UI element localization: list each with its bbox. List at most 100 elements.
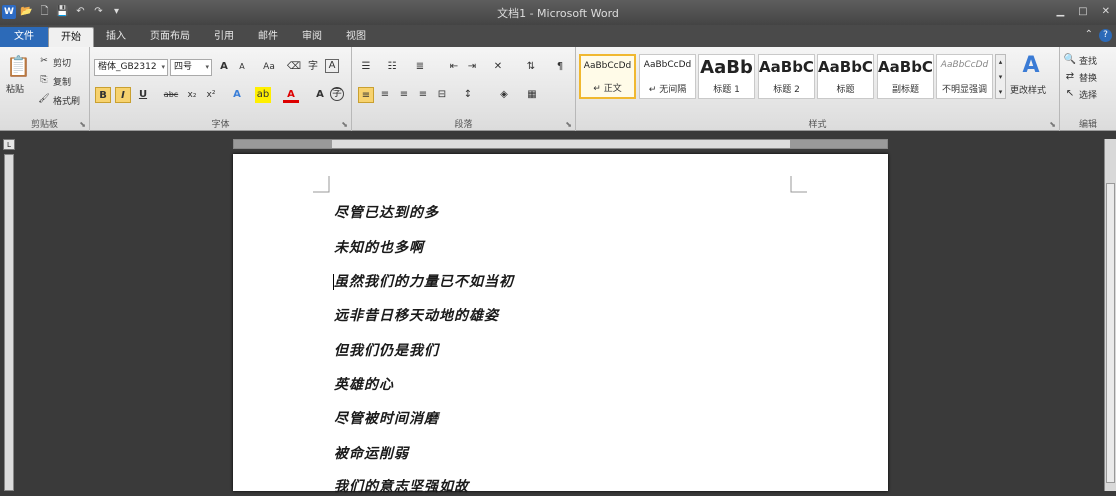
- sort-icon[interactable]: ⇅: [523, 59, 539, 75]
- style-name: 副标题: [891, 85, 919, 95]
- chevron-down-icon: ▾: [205, 63, 209, 71]
- document-page[interactable]: 尽管已达到的多 未知的也多啊 虽然我们的力量已不如当初 远非昔日移天动地的雄姿 …: [233, 154, 888, 495]
- tab-references[interactable]: 引用: [202, 27, 246, 47]
- find-icon[interactable]: 🔍: [1062, 52, 1078, 68]
- multilevel-list-icon[interactable]: ≣: [412, 59, 428, 75]
- copy-button[interactable]: 复制: [53, 75, 71, 88]
- decrease-indent-icon[interactable]: ⇤: [446, 59, 462, 75]
- styles-launcher-icon[interactable]: ⬊: [1049, 120, 1056, 129]
- tab-view[interactable]: 视图: [334, 27, 378, 47]
- style-preview: AaBbC: [818, 58, 873, 76]
- character-border-icon[interactable]: A: [325, 59, 339, 73]
- cut-button[interactable]: 剪切: [53, 56, 71, 69]
- paste-button[interactable]: 粘贴: [6, 82, 24, 95]
- cut-icon[interactable]: ✂: [36, 53, 52, 69]
- justify-icon[interactable]: ≡: [415, 87, 431, 103]
- font-size-combo[interactable]: 四号 ▾: [170, 59, 212, 76]
- find-button[interactable]: 查找: [1079, 54, 1097, 67]
- copy-icon[interactable]: ⎘: [36, 72, 52, 88]
- borders-icon[interactable]: ▦: [524, 87, 540, 103]
- horizontal-ruler[interactable]: [233, 139, 888, 149]
- minimize-ribbon-icon[interactable]: ⌃: [1085, 29, 1093, 42]
- document-line[interactable]: 远非昔日移天动地的雄姿: [334, 305, 499, 325]
- strikethrough-button[interactable]: abc: [161, 87, 181, 103]
- styles-group-label: 样式: [808, 120, 827, 130]
- bullets-icon[interactable]: ☰: [358, 59, 374, 75]
- document-line[interactable]: 尽管被时间消磨: [334, 408, 439, 428]
- replace-button[interactable]: 替换: [1079, 71, 1097, 84]
- chinese-layout-icon[interactable]: ✕: [490, 59, 506, 75]
- style-preview: AaBb: [700, 57, 753, 78]
- tab-home[interactable]: 开始: [48, 27, 94, 47]
- align-left-icon[interactable]: ≡: [358, 87, 374, 103]
- style-normal[interactable]: AaBbCcDd ↵ 正文: [579, 54, 636, 99]
- style-subtle-emphasis[interactable]: AaBbCcDd 不明显强调: [936, 54, 993, 99]
- enclose-characters-icon[interactable]: 字: [330, 87, 344, 101]
- increase-indent-icon[interactable]: ⇥: [464, 59, 480, 75]
- font-name-combo[interactable]: 楷体_GB2312 ▾: [94, 59, 168, 76]
- phonetic-guide-icon[interactable]: 字: [305, 59, 321, 75]
- change-styles-button[interactable]: 更改样式: [1010, 83, 1046, 96]
- minimize-button[interactable]: ▁: [1056, 6, 1064, 17]
- style-no-spacing[interactable]: AaBbCcDd ↵ 无间隔: [639, 54, 696, 99]
- distributed-icon[interactable]: ⊟: [434, 87, 450, 103]
- style-heading-1[interactable]: AaBb 标题 1: [698, 54, 755, 99]
- align-right-icon[interactable]: ≡: [396, 87, 412, 103]
- paste-icon[interactable]: 📋: [6, 53, 31, 79]
- chevron-down-icon: ▾: [161, 63, 165, 71]
- tab-page-layout[interactable]: 页面布局: [138, 27, 202, 47]
- clear-formatting-icon[interactable]: ⌫: [286, 59, 302, 75]
- clipboard-launcher-icon[interactable]: ⬊: [79, 120, 86, 129]
- tab-file[interactable]: 文件: [0, 27, 48, 47]
- document-line[interactable]: 英雄的心: [334, 374, 394, 394]
- document-line[interactable]: 被命运削弱: [334, 443, 409, 463]
- document-line[interactable]: 我们的意志坚强如故: [334, 476, 469, 496]
- vertical-scrollbar[interactable]: [1104, 139, 1116, 491]
- superscript-button[interactable]: x²: [203, 87, 219, 103]
- format-painter-icon[interactable]: 🖌: [36, 91, 52, 107]
- document-line[interactable]: 虽然我们的力量已不如当初: [334, 271, 514, 291]
- highlight-color-icon[interactable]: ab: [255, 87, 271, 103]
- document-line[interactable]: 但我们仍是我们: [334, 340, 439, 360]
- numbering-icon[interactable]: ☷: [384, 59, 400, 75]
- help-icon[interactable]: ?: [1099, 29, 1112, 42]
- shading-icon[interactable]: ◈: [496, 87, 512, 103]
- style-heading-2[interactable]: AaBbC 标题 2: [758, 54, 815, 99]
- document-line[interactable]: 未知的也多啊: [334, 237, 424, 257]
- editing-group-label: 编辑: [1078, 120, 1097, 130]
- document-line[interactable]: 尽管已达到的多: [334, 202, 439, 222]
- font-launcher-icon[interactable]: ⬊: [341, 120, 348, 129]
- shrink-font-icon[interactable]: A: [234, 59, 250, 75]
- change-case-icon[interactable]: Aa: [258, 59, 280, 75]
- paragraph-launcher-icon[interactable]: ⬊: [565, 120, 572, 129]
- align-center-icon[interactable]: ≡: [377, 87, 393, 103]
- select-button[interactable]: 选择: [1079, 88, 1097, 101]
- text-effects-icon[interactable]: A: [229, 87, 245, 103]
- character-shading-icon[interactable]: A: [312, 87, 328, 103]
- italic-button[interactable]: I: [115, 87, 131, 103]
- scrollbar-thumb[interactable]: [1106, 183, 1115, 483]
- bold-button[interactable]: B: [95, 87, 111, 103]
- style-title[interactable]: AaBbC 标题: [817, 54, 874, 99]
- subscript-button[interactable]: x₂: [184, 87, 200, 103]
- change-styles-icon[interactable]: A: [1018, 53, 1044, 79]
- editing-group: 🔍 查找 ⇄ 替换 ↖ 选择 编辑: [1060, 47, 1116, 131]
- tab-selector-icon[interactable]: L: [3, 139, 15, 150]
- vertical-ruler[interactable]: [4, 154, 14, 491]
- format-painter-button[interactable]: 格式刷: [53, 94, 80, 107]
- maximize-button[interactable]: □: [1078, 6, 1087, 17]
- styles-scroll-icon[interactable]: ▴ ▾ ▾: [995, 54, 1006, 99]
- style-subtitle[interactable]: AaBbC 副标题: [877, 54, 934, 99]
- select-icon[interactable]: ↖: [1062, 86, 1078, 102]
- close-button[interactable]: ✕: [1102, 6, 1110, 17]
- line-spacing-icon[interactable]: ↕: [460, 87, 476, 103]
- show-marks-icon[interactable]: ¶: [552, 59, 568, 75]
- grow-font-icon[interactable]: A: [216, 59, 232, 75]
- replace-icon[interactable]: ⇄: [1062, 69, 1078, 85]
- tab-mailings[interactable]: 邮件: [246, 27, 290, 47]
- style-name: 标题 1: [713, 85, 740, 95]
- tab-insert[interactable]: 插入: [94, 27, 138, 47]
- font-color-icon[interactable]: A: [283, 87, 299, 103]
- underline-button[interactable]: U: [135, 87, 151, 103]
- tab-review[interactable]: 审阅: [290, 27, 334, 47]
